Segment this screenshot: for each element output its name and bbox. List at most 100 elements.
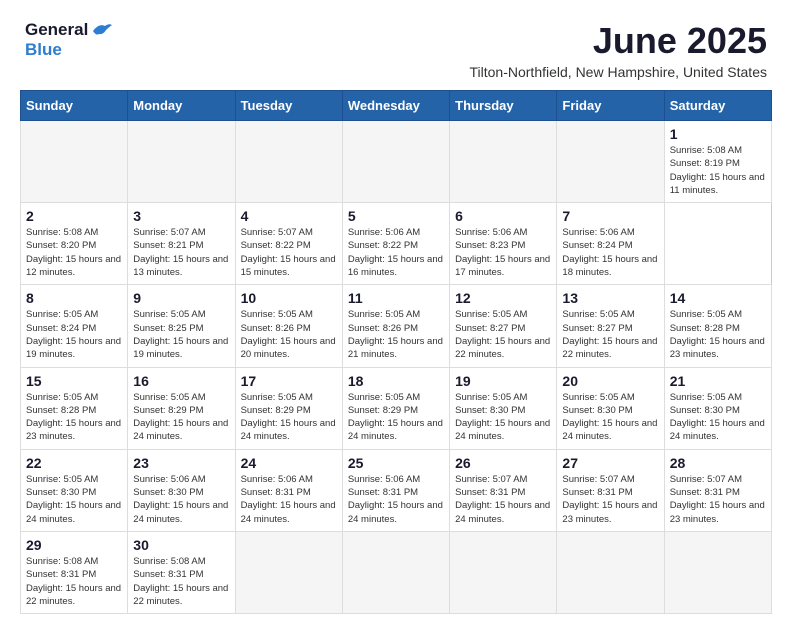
- calendar-day-cell: 3 Sunrise: 5:07 AMSunset: 8:21 PMDaylight…: [128, 203, 235, 285]
- calendar-week-row: 2Sunrise: 5:08 AMSunset: 8:20 PMDaylight…: [21, 203, 772, 285]
- calendar-day-cell: 16Sunrise: 5:05 AMSunset: 8:29 PMDayligh…: [128, 367, 235, 449]
- calendar-day-cell: 7 Sunrise: 5:06 AMSunset: 8:24 PMDaylight…: [557, 203, 664, 285]
- day-number: 28: [670, 455, 766, 471]
- calendar-week-row: 15Sunrise: 5:05 AMSunset: 8:28 PMDayligh…: [21, 367, 772, 449]
- calendar-day-cell: [342, 531, 449, 613]
- day-info: Sunrise: 5:05 AMSunset: 8:25 PMDaylight:…: [133, 308, 229, 361]
- day-number: 16: [133, 373, 229, 389]
- calendar-empty-cell: [450, 121, 557, 203]
- day-number: 25: [348, 455, 444, 471]
- day-number: 20: [562, 373, 658, 389]
- calendar-day-cell: 9 Sunrise: 5:05 AMSunset: 8:25 PMDaylight…: [128, 285, 235, 367]
- day-info: Sunrise: 5:05 AMSunset: 8:26 PMDaylight:…: [348, 308, 444, 361]
- calendar-week-row: 29 Sunrise: 5:08 AMSunset: 8:31 PMDayligh…: [21, 531, 772, 613]
- day-info: Sunrise: 5:08 AMSunset: 8:31 PMDaylight:…: [133, 555, 229, 608]
- day-info: Sunrise: 5:06 AMSunset: 8:24 PMDaylight:…: [562, 226, 658, 279]
- calendar-day-cell: 1 Sunrise: 5:08 AMSunset: 8:19 PMDaylight…: [664, 121, 771, 203]
- calendar-day-cell: [664, 531, 771, 613]
- calendar-day-cell: 26Sunrise: 5:07 AMSunset: 8:31 PMDayligh…: [450, 449, 557, 531]
- day-info: Sunrise: 5:05 AMSunset: 8:26 PMDaylight:…: [241, 308, 337, 361]
- title-area: June 2025 Tilton-Northfield, New Hampshi…: [470, 20, 768, 80]
- calendar-day-cell: 5 Sunrise: 5:06 AMSunset: 8:22 PMDaylight…: [342, 203, 449, 285]
- day-number: 5: [348, 208, 444, 224]
- day-number: 24: [241, 455, 337, 471]
- logo: General Blue: [25, 20, 113, 60]
- header-wednesday: Wednesday: [342, 91, 449, 121]
- day-info: Sunrise: 5:07 AMSunset: 8:31 PMDaylight:…: [670, 473, 766, 526]
- day-number: 11: [348, 290, 444, 306]
- day-info: Sunrise: 5:08 AMSunset: 8:19 PMDaylight:…: [670, 144, 766, 197]
- day-info: Sunrise: 5:05 AMSunset: 8:30 PMDaylight:…: [670, 391, 766, 444]
- header-thursday: Thursday: [450, 91, 557, 121]
- day-info: Sunrise: 5:06 AMSunset: 8:22 PMDaylight:…: [348, 226, 444, 279]
- day-number: 7: [562, 208, 658, 224]
- calendar-day-cell: 25 Sunrise: 5:06 AMSunset: 8:31 PMDayligh…: [342, 449, 449, 531]
- calendar-day-cell: 17Sunrise: 5:05 AMSunset: 8:29 PMDayligh…: [235, 367, 342, 449]
- page-header: General Blue June 2025 Tilton-Northfield…: [10, 10, 782, 85]
- calendar-empty-cell: [128, 121, 235, 203]
- calendar-day-cell: 19 Sunrise: 5:05 AMSunset: 8:30 PMDayligh…: [450, 367, 557, 449]
- day-number: 1: [670, 126, 766, 142]
- day-number: 12: [455, 290, 551, 306]
- day-info: Sunrise: 5:06 AMSunset: 8:31 PMDaylight:…: [348, 473, 444, 526]
- calendar-day-cell: 22Sunrise: 5:05 AMSunset: 8:30 PMDayligh…: [21, 449, 128, 531]
- calendar-empty-cell: [21, 121, 128, 203]
- day-number: 30: [133, 537, 229, 553]
- calendar-day-cell: 4 Sunrise: 5:07 AMSunset: 8:22 PMDaylight…: [235, 203, 342, 285]
- day-number: 19: [455, 373, 551, 389]
- calendar-day-cell: 13 Sunrise: 5:05 AMSunset: 8:27 PMDayligh…: [557, 285, 664, 367]
- day-number: 6: [455, 208, 551, 224]
- calendar-table: Sunday Monday Tuesday Wednesday Thursday…: [20, 90, 772, 614]
- logo-bird-icon: [91, 21, 113, 39]
- calendar-empty-cell: [235, 121, 342, 203]
- day-number: 29: [26, 537, 122, 553]
- day-info: Sunrise: 5:05 AMSunset: 8:27 PMDaylight:…: [562, 308, 658, 361]
- day-number: 21: [670, 373, 766, 389]
- calendar-empty-cell: [557, 121, 664, 203]
- calendar-day-cell: 21 Sunrise: 5:05 AMSunset: 8:30 PMDayligh…: [664, 367, 771, 449]
- day-number: 10: [241, 290, 337, 306]
- day-number: 23: [133, 455, 229, 471]
- calendar-day-cell: [557, 531, 664, 613]
- calendar-day-cell: 11 Sunrise: 5:05 AMSunset: 8:26 PMDayligh…: [342, 285, 449, 367]
- day-number: 3: [133, 208, 229, 224]
- calendar-body: 1 Sunrise: 5:08 AMSunset: 8:19 PMDaylight…: [21, 121, 772, 614]
- day-info: Sunrise: 5:07 AMSunset: 8:22 PMDaylight:…: [241, 226, 337, 279]
- month-title: June 2025: [470, 20, 768, 62]
- day-info: Sunrise: 5:05 AMSunset: 8:30 PMDaylight:…: [26, 473, 122, 526]
- day-number: 4: [241, 208, 337, 224]
- logo-general-text: General: [25, 20, 88, 40]
- calendar-day-cell: 14Sunrise: 5:05 AMSunset: 8:28 PMDayligh…: [664, 285, 771, 367]
- calendar-day-cell: 2Sunrise: 5:08 AMSunset: 8:20 PMDaylight…: [21, 203, 128, 285]
- calendar-day-cell: 15Sunrise: 5:05 AMSunset: 8:28 PMDayligh…: [21, 367, 128, 449]
- logo-blue-text: Blue: [25, 40, 62, 59]
- calendar-day-cell: 8 Sunrise: 5:05 AMSunset: 8:24 PMDaylight…: [21, 285, 128, 367]
- calendar-day-cell: [450, 531, 557, 613]
- day-number: 14: [670, 290, 766, 306]
- header-tuesday: Tuesday: [235, 91, 342, 121]
- day-info: Sunrise: 5:06 AMSunset: 8:23 PMDaylight:…: [455, 226, 551, 279]
- day-info: Sunrise: 5:05 AMSunset: 8:29 PMDaylight:…: [348, 391, 444, 444]
- day-info: Sunrise: 5:07 AMSunset: 8:21 PMDaylight:…: [133, 226, 229, 279]
- location-title: Tilton-Northfield, New Hampshire, United…: [470, 64, 768, 80]
- day-info: Sunrise: 5:08 AMSunset: 8:31 PMDaylight:…: [26, 555, 122, 608]
- day-number: 26: [455, 455, 551, 471]
- day-info: Sunrise: 5:05 AMSunset: 8:27 PMDaylight:…: [455, 308, 551, 361]
- calendar-day-cell: 12 Sunrise: 5:05 AMSunset: 8:27 PMDayligh…: [450, 285, 557, 367]
- calendar-day-cell: 29 Sunrise: 5:08 AMSunset: 8:31 PMDayligh…: [21, 531, 128, 613]
- day-info: Sunrise: 5:06 AMSunset: 8:31 PMDaylight:…: [241, 473, 337, 526]
- day-number: 13: [562, 290, 658, 306]
- calendar-day-cell: 23Sunrise: 5:06 AMSunset: 8:30 PMDayligh…: [128, 449, 235, 531]
- day-number: 15: [26, 373, 122, 389]
- calendar-week-row: 22Sunrise: 5:05 AMSunset: 8:30 PMDayligh…: [21, 449, 772, 531]
- header-monday: Monday: [128, 91, 235, 121]
- day-number: 17: [241, 373, 337, 389]
- calendar-day-cell: 20Sunrise: 5:05 AMSunset: 8:30 PMDayligh…: [557, 367, 664, 449]
- header-friday: Friday: [557, 91, 664, 121]
- day-info: Sunrise: 5:05 AMSunset: 8:30 PMDaylight:…: [455, 391, 551, 444]
- day-info: Sunrise: 5:05 AMSunset: 8:24 PMDaylight:…: [26, 308, 122, 361]
- calendar-week-row: 8 Sunrise: 5:05 AMSunset: 8:24 PMDaylight…: [21, 285, 772, 367]
- day-number: 8: [26, 290, 122, 306]
- day-number: 2: [26, 208, 122, 224]
- day-number: 9: [133, 290, 229, 306]
